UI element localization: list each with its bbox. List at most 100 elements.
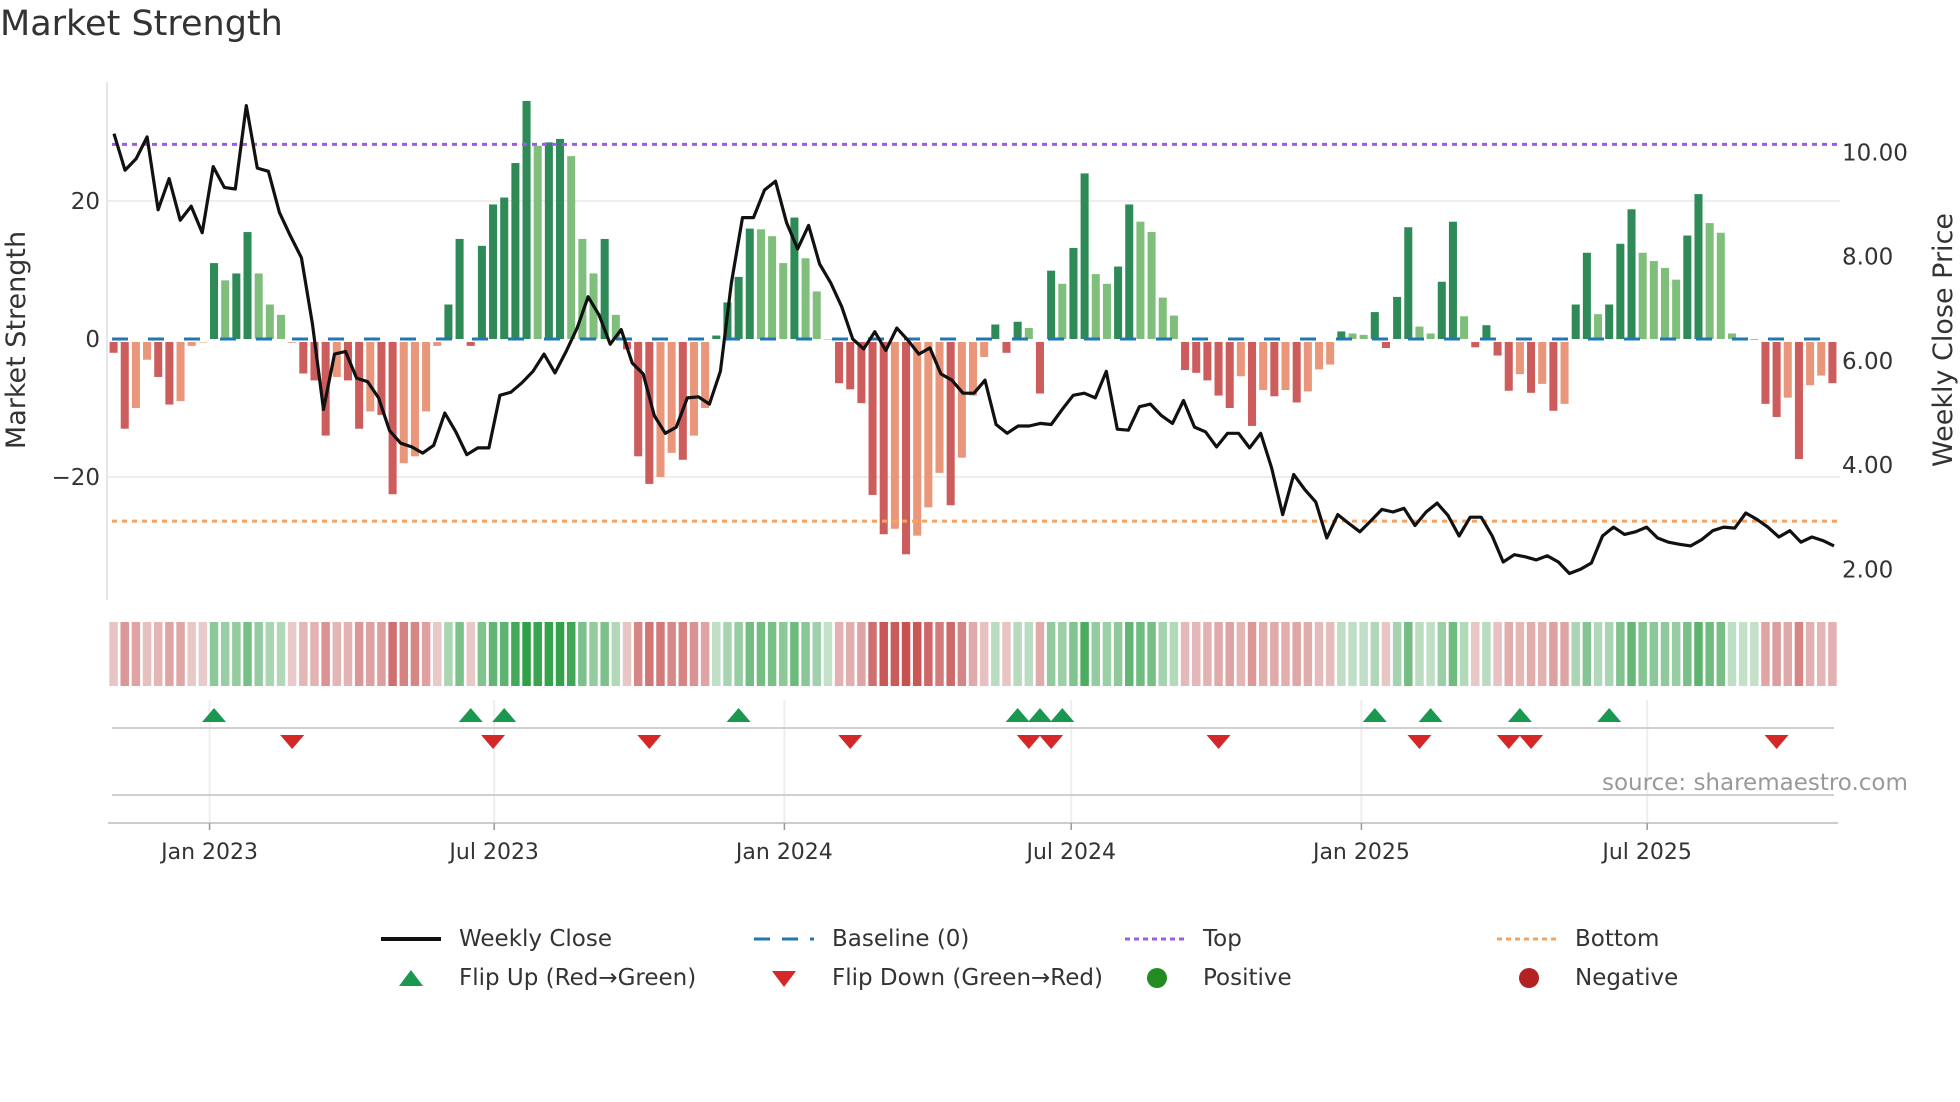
strength-heat-cell: [1482, 622, 1491, 686]
strength-heat-cell: [544, 622, 554, 686]
strength-heat-cell: [1147, 622, 1156, 686]
strength-bar: [634, 342, 643, 457]
strength-bar: [779, 263, 788, 339]
strength-bar: [254, 273, 263, 339]
strength-heat-cell: [901, 622, 911, 686]
strength-bar: [1527, 342, 1536, 393]
triangle-up-icon: [399, 970, 423, 986]
flip-up-marker: [458, 708, 483, 722]
strength-heat-cell: [1716, 622, 1726, 686]
flip-down-marker: [1206, 735, 1231, 749]
strength-bar: [455, 238, 464, 339]
strength-bar: [1694, 194, 1703, 339]
legend-label: Flip Down (Green→Red): [832, 965, 1103, 991]
strength-bar: [533, 145, 542, 339]
strength-bar: [812, 291, 821, 339]
strength-heat-cell: [209, 622, 219, 686]
strength-bar: [1504, 342, 1513, 391]
strength-bar: [1080, 173, 1089, 339]
strength-bar: [1482, 325, 1491, 339]
flip-down-marker: [1496, 735, 1521, 749]
strength-bar: [968, 342, 978, 396]
strength-heat-cell: [198, 622, 208, 686]
strength-heat-cell: [1203, 622, 1212, 686]
strength-heat-cell: [1437, 622, 1447, 686]
strength-heat-cell: [1013, 622, 1022, 686]
strength-bar: [1359, 334, 1368, 339]
strength-bar: [433, 342, 442, 346]
strength-heat-cell: [1649, 622, 1659, 686]
legend-flip-up: Flip Up (Red→Green): [381, 965, 696, 991]
strength-heat-cell: [332, 622, 342, 686]
strength-heat-cell: [399, 622, 409, 686]
strength-heat-cell: [1448, 622, 1458, 686]
strength-bar: [1404, 227, 1413, 339]
strength-bar: [1460, 316, 1469, 339]
strength-bar: [913, 342, 922, 536]
strength-heat-cell: [1359, 622, 1368, 686]
strength-bar: [422, 342, 431, 412]
dashed-line-icon: [754, 937, 814, 941]
strength-heat-cell: [1214, 622, 1223, 686]
strength-heat-cell: [444, 622, 453, 686]
strength-heat-cell: [232, 622, 241, 686]
strength-heat-cell: [287, 622, 297, 686]
strength-bar: [1705, 223, 1714, 339]
strength-heat-cell: [1593, 622, 1603, 686]
strength-bar: [556, 138, 565, 339]
strength-bar: [1136, 221, 1145, 339]
strength-bar: [1538, 342, 1547, 384]
strength-heat-cell: [1805, 622, 1815, 686]
flip-up-marker: [1005, 708, 1030, 722]
strength-bar: [276, 314, 286, 339]
strength-heat-cell: [700, 622, 710, 686]
strength-heat-cell: [600, 622, 609, 686]
strength-heat-cell: [1069, 622, 1078, 686]
strength-heat-cell: [1549, 622, 1558, 686]
legend-label: Bottom: [1575, 926, 1660, 952]
strength-heat-cell: [1493, 622, 1502, 686]
y2-tick-label: 10.00: [1842, 141, 1908, 167]
strength-bar: [1683, 235, 1692, 339]
strength-bar: [1147, 232, 1156, 339]
strength-heat-cell: [176, 622, 185, 686]
strength-heat-cell: [767, 622, 777, 686]
strength-bar: [1181, 342, 1190, 371]
flip-down-marker: [637, 735, 662, 749]
strength-bar: [1515, 342, 1524, 375]
strength-heat-cell: [220, 622, 230, 686]
strength-bar: [1638, 252, 1647, 339]
strength-bar: [1370, 312, 1379, 339]
strength-bar: [1783, 342, 1792, 398]
strength-bar: [846, 342, 855, 390]
strength-heat-cell: [1292, 622, 1301, 686]
source-credit: source: sharemaestro.com: [1602, 770, 1908, 796]
strength-heat-cell: [589, 622, 598, 686]
strength-heat-cell: [566, 622, 576, 686]
flip-up-marker: [1362, 708, 1387, 722]
strength-heat-cell: [466, 622, 475, 686]
strength-bar: [924, 342, 933, 508]
circle-icon: [1147, 968, 1167, 988]
strength-bar: [1649, 261, 1658, 339]
strength-bar: [1058, 283, 1067, 339]
strength-bar: [835, 342, 844, 384]
strength-heat-cell: [1225, 622, 1234, 686]
legend-label: Flip Up (Red→Green): [459, 965, 697, 991]
strength-heat-cell: [1381, 622, 1391, 686]
strength-heat-cell: [533, 622, 542, 686]
strength-bar: [656, 342, 665, 477]
strength-bar: [745, 228, 754, 339]
strength-bar: [131, 342, 140, 408]
strength-heat-cell: [142, 622, 152, 686]
strength-bar: [1248, 342, 1257, 426]
strength-heat-cell: [656, 622, 665, 686]
circle-icon: [1519, 968, 1539, 988]
flip-down-marker: [280, 735, 305, 749]
strength-bar: [734, 276, 743, 339]
strength-bar: [1761, 342, 1770, 404]
strength-bar: [265, 304, 274, 339]
strength-bar: [1772, 342, 1781, 417]
flip-up-marker: [1027, 708, 1052, 722]
strength-bar: [768, 236, 777, 339]
